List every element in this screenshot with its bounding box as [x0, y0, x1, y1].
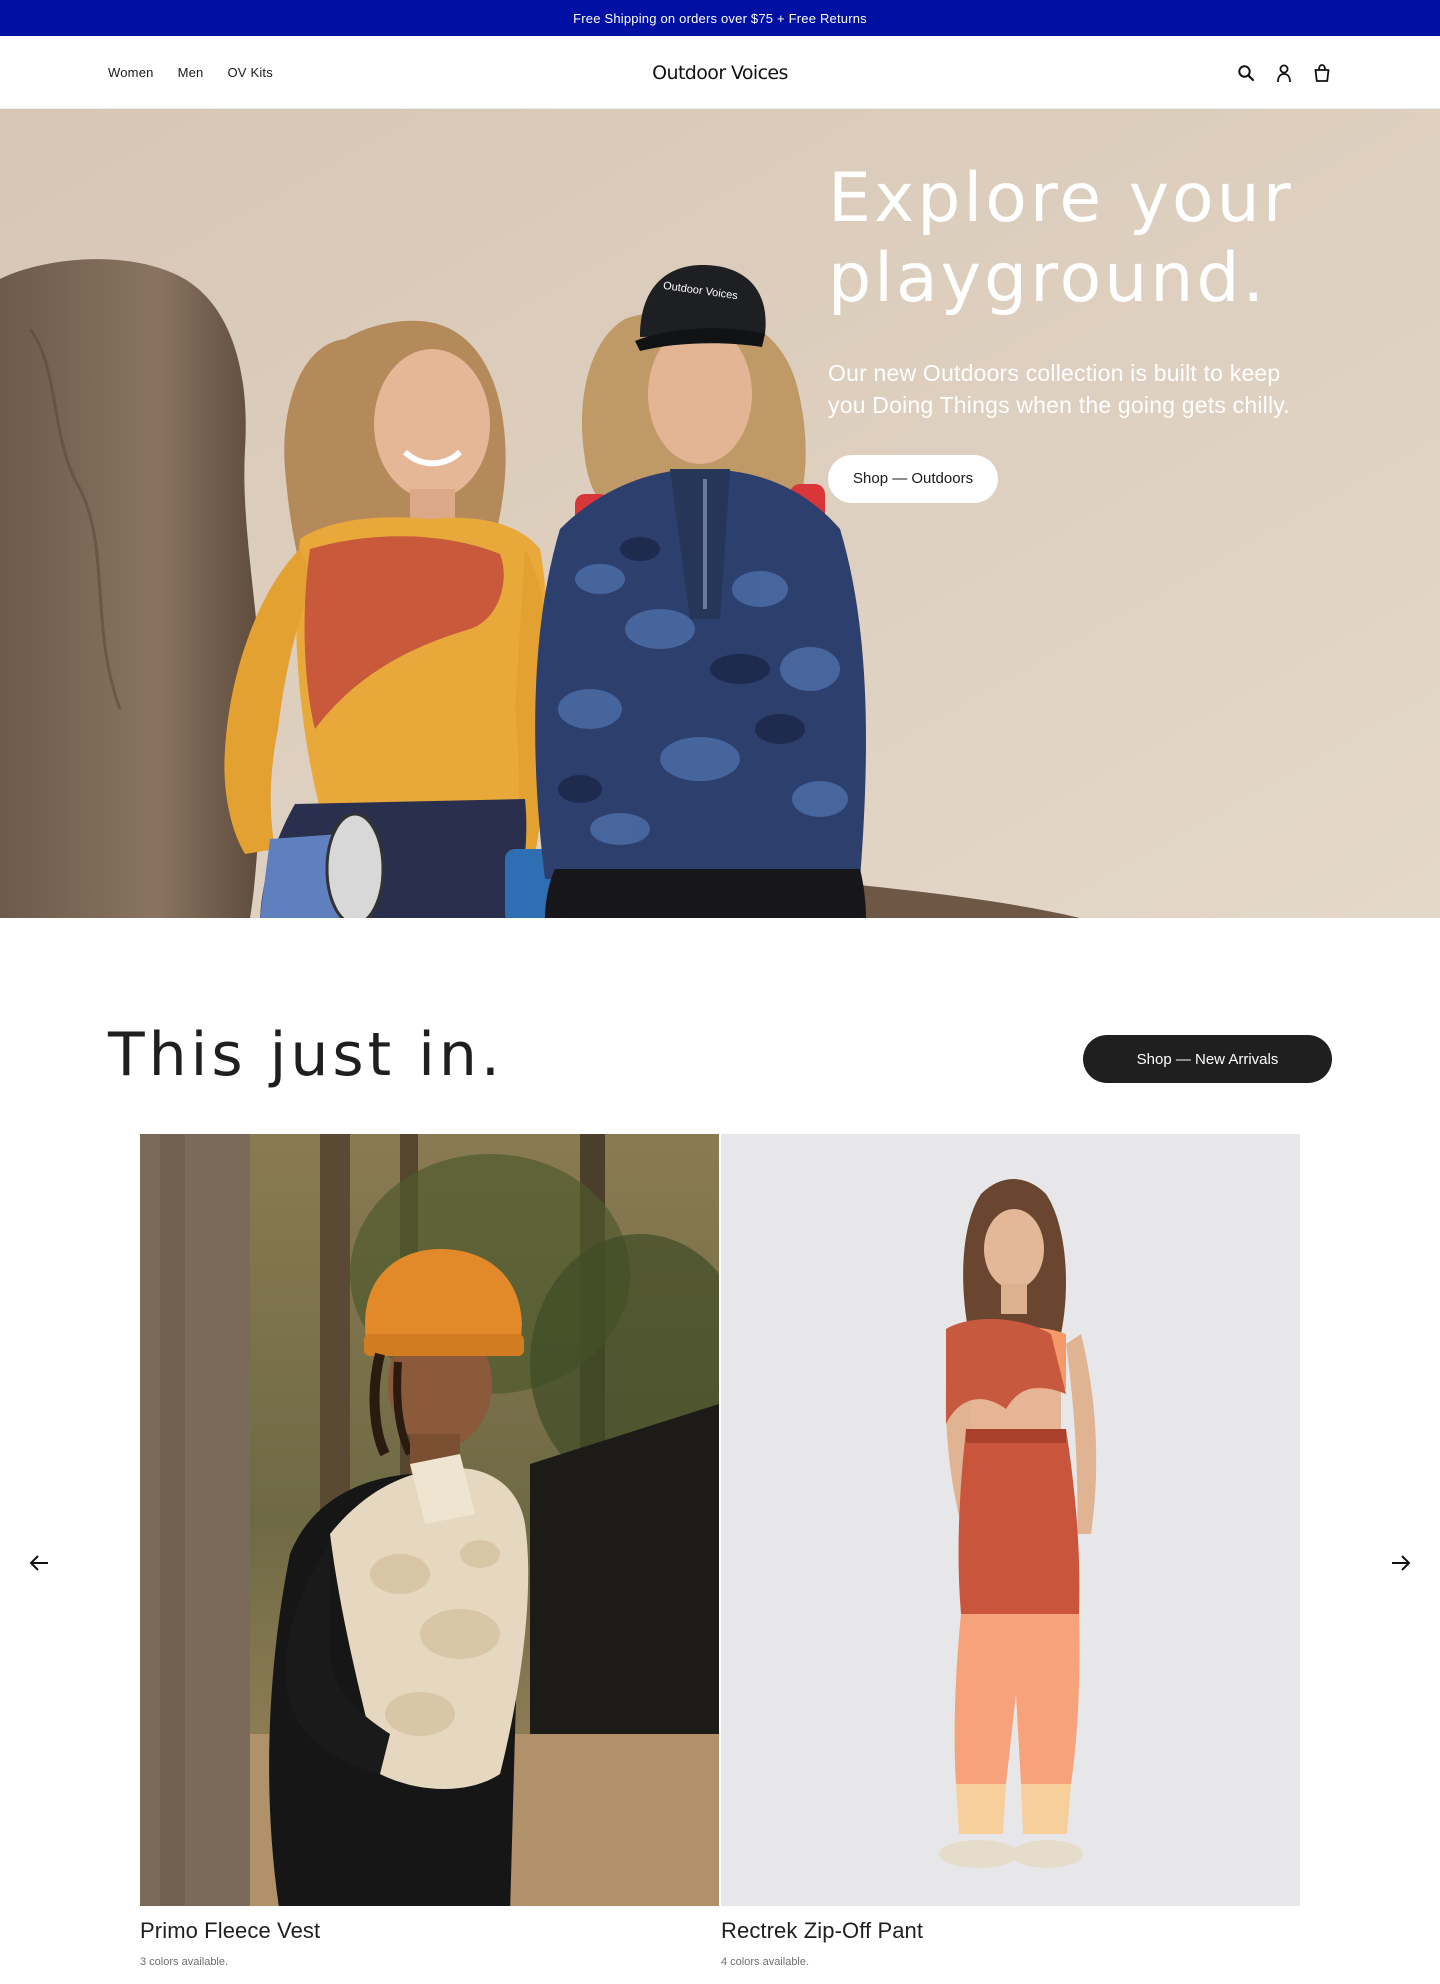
product-card[interactable]: Rectrek Zip-Off Pant 4 colors available. — [721, 1134, 1300, 1968]
hero-title-line-1: Explore your — [828, 159, 1294, 238]
product-colors: 3 colors available. — [140, 1956, 229, 1968]
section-title: This just in. — [108, 1020, 505, 1090]
header-icons — [1236, 36, 1332, 109]
product-photo-pant — [721, 1134, 1300, 1906]
shop-outdoors-button[interactable]: Shop — Outdoors — [828, 455, 999, 503]
nav-women[interactable]: Women — [108, 65, 154, 80]
nav-ov-kits[interactable]: OV Kits — [227, 65, 272, 80]
arrow-left-icon[interactable] — [19, 1543, 59, 1583]
announcement-text: Free Shipping on orders over $75 + Free … — [573, 10, 867, 26]
product-name[interactable]: Rectrek Zip-Off Pant — [721, 1918, 1300, 1944]
product-image[interactable] — [140, 1134, 719, 1906]
hero-banner: Outdoor Voices Explore your playground. … — [0, 109, 1440, 918]
product-image[interactable] — [721, 1134, 1300, 1906]
product-photo-vest — [140, 1134, 719, 1906]
product-name[interactable]: Primo Fleece Vest — [140, 1918, 719, 1944]
hero-subtitle-line-2: you Doing Things when the going gets chi… — [828, 392, 1290, 418]
nav-men[interactable]: Men — [178, 65, 204, 80]
site-header: Women Men OV Kits Outdoor Voices — [0, 36, 1440, 109]
hero-subtitle-line-1: Our new Outdoors collection is built to … — [828, 360, 1281, 386]
product-carousel: Primo Fleece Vest 3 colors available. Re… — [0, 1134, 1440, 1984]
search-icon[interactable] — [1236, 63, 1256, 83]
account-icon[interactable] — [1274, 63, 1294, 83]
hero-subtitle: Our new Outdoors collection is built to … — [828, 357, 1388, 421]
product-colors: 4 colors available. — [721, 1956, 810, 1968]
hero-copy: Explore your playground. Our new Outdoor… — [828, 159, 1388, 503]
product-card[interactable]: Primo Fleece Vest 3 colors available. — [140, 1134, 719, 1968]
hero-title-line-2: playground. — [828, 239, 1268, 318]
announcement-bar: Free Shipping on orders over $75 + Free … — [0, 0, 1440, 36]
site-logo[interactable]: Outdoor Voices — [652, 62, 788, 84]
main-nav: Women Men OV Kits — [108, 36, 273, 109]
arrow-right-icon[interactable] — [1381, 1543, 1421, 1583]
shop-new-arrivals-button[interactable]: Shop — New Arrivals — [1083, 1035, 1332, 1083]
bag-icon[interactable] — [1312, 63, 1332, 83]
hero-title: Explore your playground. — [828, 159, 1388, 319]
